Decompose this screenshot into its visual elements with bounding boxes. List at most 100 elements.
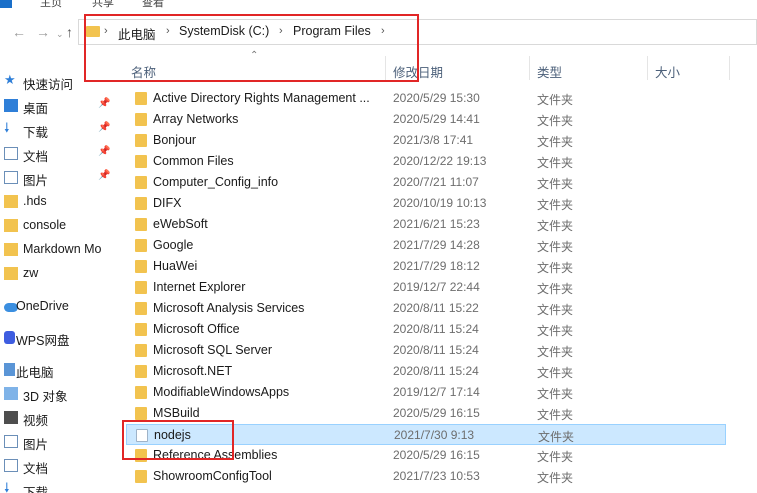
sidebar-item-markdown[interactable]: Markdown Mo	[0, 238, 118, 262]
file-modified-date: 2021/7/23 10:53	[393, 469, 480, 483]
file-modified-date: 2021/3/8 17:41	[393, 133, 474, 147]
tab-share[interactable]: 共享	[92, 0, 114, 10]
sidebar-item-label: 图片	[23, 174, 49, 188]
file-name[interactable]: Computer_Config_info	[153, 175, 385, 189]
file-row[interactable]: HuaWei 2021/7/29 18:12 文件夹	[126, 256, 726, 277]
3d-objects-icon	[4, 387, 18, 400]
ribbon: 主页 共享 查看	[0, 0, 757, 10]
sidebar-item-documents-pc[interactable]: 文档	[0, 454, 118, 478]
file-row[interactable]: Microsoft SQL Server 2020/8/11 15:24 文件夹	[126, 340, 726, 361]
file-modified-date: 2020/8/11 15:24	[393, 322, 479, 336]
sidebar-item-wps-cloud[interactable]: WPS网盘	[0, 326, 118, 350]
file-name[interactable]: Bonjour	[153, 133, 385, 147]
document-icon	[4, 147, 18, 160]
column-divider[interactable]	[729, 56, 730, 80]
sidebar-item-label: 图片	[23, 438, 49, 452]
file-row[interactable]: ShowroomConfigTool 2021/7/23 10:53 文件夹	[126, 466, 726, 487]
file-row[interactable]: Computer_Config_info 2020/7/21 11:07 文件夹	[126, 172, 726, 193]
tab-home[interactable]: 主页	[40, 0, 62, 10]
sidebar-item-videos[interactable]: 视频	[0, 406, 118, 430]
file-modified-date: 2020/12/22 19:13	[393, 154, 487, 168]
sidebar-item-label: zw	[23, 266, 39, 280]
file-type: 文件夹	[537, 114, 574, 128]
folder-icon	[135, 281, 147, 294]
sidebar-item-label: 快速访问	[23, 78, 74, 92]
file-row[interactable]: Common Files 2020/12/22 19:13 文件夹	[126, 151, 726, 172]
file-row[interactable]: Microsoft Office 2020/8/11 15:24 文件夹	[126, 319, 726, 340]
file-name[interactable]: MSBuild	[153, 406, 385, 420]
file-name[interactable]: Microsoft Office	[153, 322, 385, 336]
sidebar-item-this-pc[interactable]: 此电脑	[0, 358, 118, 382]
file-row[interactable]: Microsoft.NET 2020/8/11 15:24 文件夹	[126, 361, 726, 382]
this-pc-icon	[4, 363, 15, 376]
file-row[interactable]: eWebSoft 2021/6/21 15:23 文件夹	[126, 214, 726, 235]
sidebar-item-desktop[interactable]: 桌面 📌	[0, 94, 118, 118]
recent-locations-chevron-icon[interactable]: ⌄	[56, 26, 64, 42]
file-row[interactable]: Bonjour 2021/3/8 17:41 文件夹	[126, 130, 726, 151]
file-row[interactable]: Microsoft Analysis Services 2020/8/11 15:…	[126, 298, 726, 319]
file-row[interactable]: Active Directory Rights Management ... 20…	[126, 88, 726, 109]
column-header-type[interactable]: 类型	[537, 62, 562, 81]
sidebar-item-3d-objects[interactable]: 3D 对象	[0, 382, 118, 406]
file-row[interactable]: Google 2021/7/29 14:28 文件夹	[126, 235, 726, 256]
file-type: 文件夹	[537, 282, 574, 296]
sidebar-item-downloads-pc[interactable]: 🠗 下载	[0, 478, 118, 493]
sidebar-item-pictures[interactable]: 图片 📌	[0, 166, 118, 190]
pin-icon: 📌	[98, 98, 111, 109]
file-name[interactable]: eWebSoft	[153, 217, 385, 231]
desktop-icon	[4, 99, 18, 112]
file-name[interactable]: DIFX	[153, 196, 385, 210]
file-row[interactable]: DIFX 2020/10/19 10:13 文件夹	[126, 193, 726, 214]
column-divider[interactable]	[529, 56, 530, 80]
file-type: 文件夹	[537, 408, 574, 422]
folder-icon	[135, 176, 147, 189]
file-name[interactable]: ModifiableWindowsApps	[153, 385, 385, 399]
folder-icon	[135, 92, 147, 105]
sidebar-item-label: Markdown Mo	[23, 242, 102, 256]
up-arrow-icon[interactable]: ↑	[66, 24, 73, 40]
folder-icon	[135, 260, 147, 273]
file-type: 文件夹	[537, 387, 574, 401]
sidebar-item-documents[interactable]: 文档 📌	[0, 142, 118, 166]
document-icon	[4, 459, 18, 472]
sidebar-item-hds[interactable]: .hds	[0, 190, 118, 214]
sidebar-item-onedrive[interactable]: OneDrive	[0, 295, 118, 319]
forward-arrow-icon[interactable]: →	[36, 24, 50, 40]
file-row[interactable]: Internet Explorer 2019/12/7 22:44 文件夹	[126, 277, 726, 298]
file-name[interactable]: HuaWei	[153, 259, 385, 273]
sidebar-item-pictures-pc[interactable]: 图片	[0, 430, 118, 454]
file-modified-date: 2019/12/7 22:44	[393, 280, 480, 294]
file-name[interactable]: Internet Explorer	[153, 280, 385, 294]
folder-icon	[135, 365, 147, 378]
tab-view[interactable]: 查看	[142, 0, 164, 10]
file-tab[interactable]	[0, 0, 12, 8]
file-name[interactable]: Active Directory Rights Management ...	[153, 91, 385, 105]
navigation-pane: ★ 快速访问 桌面 📌 🠗 下载 📌 文档 📌 图片 📌 .hds consol…	[0, 70, 118, 493]
file-name[interactable]: ShowroomConfigTool	[153, 469, 385, 483]
back-arrow-icon[interactable]: ←	[12, 24, 26, 40]
folder-icon	[135, 155, 147, 168]
sidebar-item-downloads[interactable]: 🠗 下载 📌	[0, 118, 118, 142]
file-name[interactable]: Common Files	[153, 154, 385, 168]
file-modified-date: 2021/6/21 15:23	[393, 217, 480, 231]
file-type: 文件夹	[537, 324, 574, 338]
column-header-size[interactable]: 大小	[655, 62, 680, 81]
file-modified-date: 2020/5/29 14:41	[393, 112, 480, 126]
file-name[interactable]: Microsoft Analysis Services	[153, 301, 385, 315]
sidebar-item-label: 此电脑	[16, 366, 54, 380]
folder-icon	[4, 195, 18, 208]
file-name[interactable]: Microsoft SQL Server	[153, 343, 385, 357]
folder-icon	[135, 470, 147, 483]
file-type: 文件夹	[537, 219, 574, 233]
folder-icon	[135, 113, 147, 126]
file-name[interactable]: Google	[153, 238, 385, 252]
file-row[interactable]: Array Networks 2020/5/29 14:41 文件夹	[126, 109, 726, 130]
folder-icon	[135, 407, 147, 420]
sidebar-item-zw[interactable]: zw	[0, 262, 118, 286]
file-name[interactable]: Microsoft.NET	[153, 364, 385, 378]
file-name[interactable]: Array Networks	[153, 112, 385, 126]
folder-icon	[135, 197, 147, 210]
file-row[interactable]: ModifiableWindowsApps 2019/12/7 17:14 文件夹	[126, 382, 726, 403]
column-divider[interactable]	[647, 56, 648, 80]
sidebar-item-console[interactable]: console	[0, 214, 118, 238]
